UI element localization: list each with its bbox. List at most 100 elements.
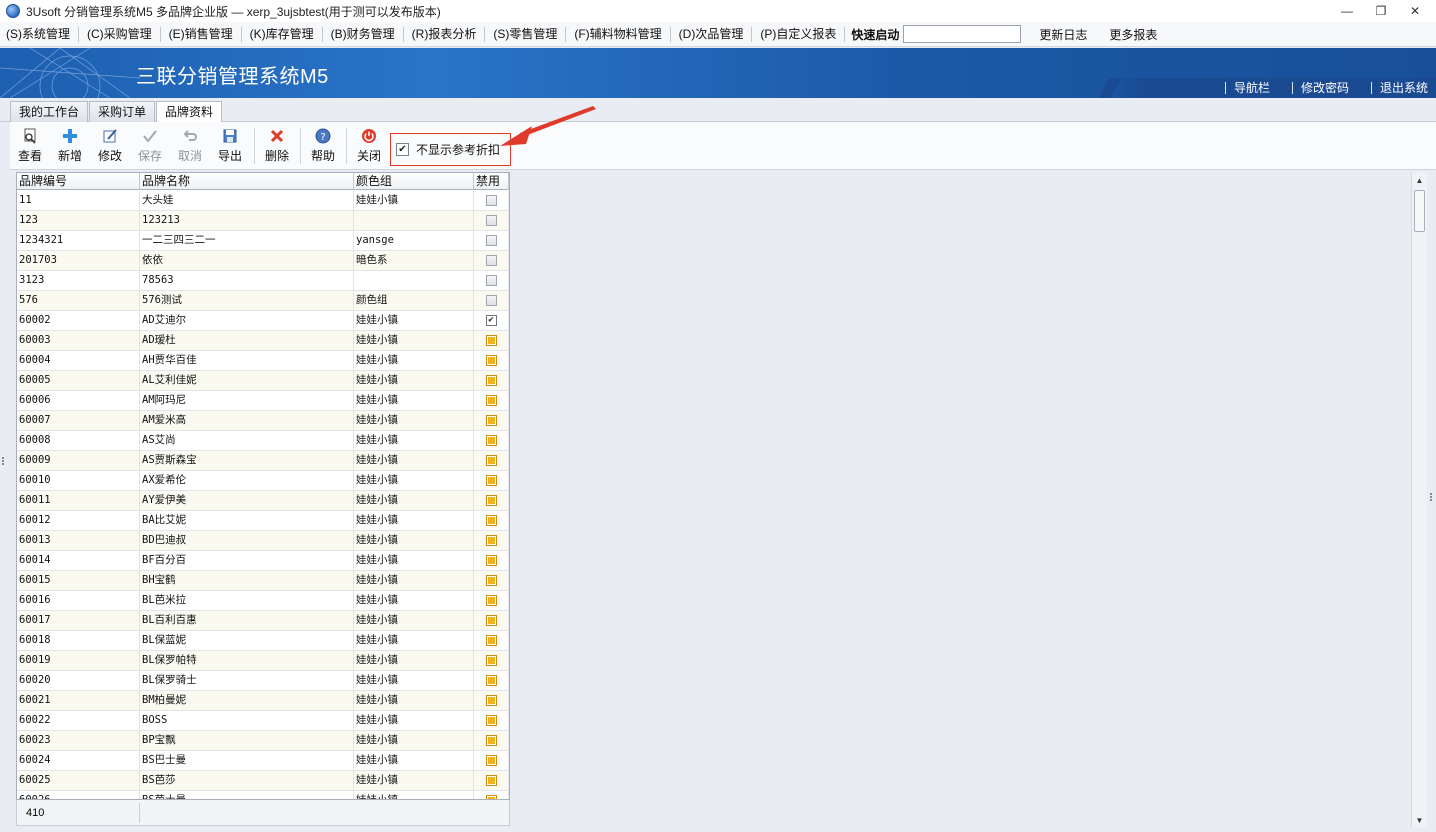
help-button[interactable]: ? 帮助 <box>307 128 339 166</box>
menu-purchase[interactable]: (C)采购管理 <box>81 22 158 47</box>
disabled-checkbox[interactable] <box>485 455 497 466</box>
column-header-color-group[interactable]: 颜色组 <box>354 173 474 189</box>
menu-retail[interactable]: (S)零售管理 <box>487 22 563 47</box>
right-splitter-grip[interactable] <box>1430 492 1434 506</box>
minimize-icon[interactable]: — <box>1330 0 1364 22</box>
table-row[interactable]: 3123 78563 <box>17 271 509 291</box>
table-row[interactable]: 60002 AD艾迪尔 娃娃小镇 ✔ <box>17 311 509 331</box>
table-row[interactable]: 60012 BA比艾妮 娃娃小镇 <box>17 511 509 531</box>
tab-workbench[interactable]: 我的工作台 <box>10 101 88 122</box>
table-row[interactable]: 60007 AM爱米高 娃娃小镇 <box>17 411 509 431</box>
menu-system[interactable]: (S)系统管理 <box>0 22 76 47</box>
menu-reports[interactable]: (R)报表分析 <box>406 22 483 47</box>
close-icon[interactable]: ✕ <box>1398 0 1432 22</box>
column-header-name[interactable]: 品牌名称 <box>140 173 354 189</box>
nav-bar-link[interactable]: 导航栏 <box>1224 82 1278 94</box>
change-password-link[interactable]: 修改密码 <box>1291 82 1357 94</box>
close-button[interactable]: 关闭 <box>353 128 385 166</box>
disabled-checkbox[interactable] <box>485 715 497 726</box>
table-row[interactable]: 60017 BL百利百惠 娃娃小镇 <box>17 611 509 631</box>
table-row[interactable]: 60015 BH宝鹤 娃娃小镇 <box>17 571 509 591</box>
menu-update-log[interactable]: 更新日志 <box>1035 26 1091 43</box>
table-row[interactable]: 60004 AH贾华百佳 娃娃小镇 <box>17 351 509 371</box>
column-header-disabled[interactable]: 禁用 <box>474 173 509 189</box>
table-row[interactable]: 60026BS芭士曼娃娃小镇 <box>17 791 509 799</box>
scroll-thumb[interactable] <box>1414 190 1425 232</box>
disabled-checkbox[interactable] <box>485 235 497 246</box>
tab-brand-info[interactable]: 品牌资料 <box>156 101 222 123</box>
disabled-checkbox[interactable] <box>485 255 497 266</box>
disabled-checkbox[interactable] <box>485 475 497 486</box>
table-row[interactable]: 60022 BOSS 娃娃小镇 <box>17 711 509 731</box>
disabled-checkbox[interactable] <box>485 515 497 526</box>
disabled-checkbox[interactable] <box>485 215 497 226</box>
menu-finance[interactable]: (B)财务管理 <box>325 22 401 47</box>
quick-launch-input[interactable] <box>903 25 1022 43</box>
left-splitter-grip[interactable] <box>2 456 6 470</box>
column-header-code[interactable]: 品牌编号 <box>17 173 140 189</box>
menu-inventory[interactable]: (K)库存管理 <box>244 22 320 47</box>
menu-defects[interactable]: (D)次品管理 <box>673 22 750 47</box>
table-row[interactable]: 60008 AS艾尚 娃娃小镇 <box>17 431 509 451</box>
table-row[interactable]: 60025 BS芭莎 娃娃小镇 <box>17 771 509 791</box>
restore-icon[interactable]: ❐ <box>1364 0 1398 22</box>
disabled-checkbox[interactable] <box>485 295 497 306</box>
table-row[interactable]: 60019 BL保罗帕特 娃娃小镇 <box>17 651 509 671</box>
disabled-checkbox[interactable] <box>485 555 497 566</box>
disabled-checkbox[interactable] <box>485 775 497 786</box>
menu-custom-reports[interactable]: (P)自定义报表 <box>754 22 842 47</box>
table-row[interactable]: 60013 BD巴迪叔 娃娃小镇 <box>17 531 509 551</box>
table-row[interactable]: 123 123213 <box>17 211 509 231</box>
scroll-up-icon[interactable]: ▲ <box>1412 172 1427 188</box>
table-row[interactable]: 60014 BF百分百 娃娃小镇 <box>17 551 509 571</box>
table-row[interactable]: 60011 AY爱伊美 娃娃小镇 <box>17 491 509 511</box>
disabled-checkbox[interactable] <box>485 695 497 706</box>
menu-materials[interactable]: (F)辅料物料管理 <box>568 22 667 47</box>
table-row[interactable]: 60018 BL保蓝妮 娃娃小镇 <box>17 631 509 651</box>
table-row[interactable]: 60010 AX爱希伦 娃娃小镇 <box>17 471 509 491</box>
table-row[interactable]: 60003 AD瑷杜 娃娃小镇 <box>17 331 509 351</box>
disabled-checkbox[interactable] <box>485 395 497 406</box>
tab-purchase-order[interactable]: 采购订单 <box>89 101 155 122</box>
disabled-checkbox[interactable] <box>485 355 497 366</box>
table-row[interactable]: 1234321 一二三四三二一 yansge <box>17 231 509 251</box>
cancel-button[interactable]: 取消 <box>174 128 206 166</box>
disabled-checkbox[interactable] <box>485 795 497 799</box>
disabled-checkbox[interactable] <box>485 635 497 646</box>
disabled-checkbox[interactable] <box>485 615 497 626</box>
add-button[interactable]: 新增 <box>54 128 86 166</box>
disabled-checkbox[interactable] <box>485 675 497 686</box>
menu-more-reports[interactable]: 更多报表 <box>1105 26 1161 43</box>
disabled-checkbox[interactable] <box>485 595 497 606</box>
disabled-checkbox[interactable] <box>485 195 497 206</box>
scroll-down-icon[interactable]: ▼ <box>1412 812 1427 828</box>
table-row[interactable]: 60024 BS巴士曼 娃娃小镇 <box>17 751 509 771</box>
table-row[interactable]: 60020 BL保罗骑士 娃娃小镇 <box>17 671 509 691</box>
logout-link[interactable]: 退出系统 <box>1370 82 1436 94</box>
disabled-checkbox[interactable] <box>485 275 497 286</box>
disabled-checkbox[interactable] <box>485 735 497 746</box>
table-row[interactable]: 60006 AM阿玛尼 娃娃小镇 <box>17 391 509 411</box>
delete-button[interactable]: 删除 <box>261 128 293 166</box>
menu-sales[interactable]: (E)销售管理 <box>163 22 239 47</box>
vertical-scrollbar[interactable]: ▲ ▼ <box>1411 172 1427 828</box>
hide-reference-discount-checkbox[interactable]: ✔ <box>396 143 409 156</box>
table-row[interactable]: 576 576测试 颜色组 <box>17 291 509 311</box>
disabled-checkbox[interactable] <box>485 755 497 766</box>
table-row[interactable]: 11 大头娃 娃娃小镇 <box>17 191 509 211</box>
disabled-checkbox[interactable] <box>485 375 497 386</box>
table-row[interactable]: 60016 BL芭米拉 娃娃小镇 <box>17 591 509 611</box>
export-button[interactable]: 导出 <box>214 128 246 166</box>
disabled-checkbox[interactable] <box>485 435 497 446</box>
edit-button[interactable]: 修改 <box>94 128 126 166</box>
save-button[interactable]: 保存 <box>134 128 166 166</box>
table-row[interactable]: 201703 依依 暗色系 <box>17 251 509 271</box>
table-row[interactable]: 60023 BP宝飘 娃娃小镇 <box>17 731 509 751</box>
disabled-checkbox[interactable] <box>485 575 497 586</box>
table-row[interactable]: 60005 AL艾利佳妮 娃娃小镇 <box>17 371 509 391</box>
disabled-checkbox[interactable] <box>485 535 497 546</box>
disabled-checkbox[interactable] <box>485 415 497 426</box>
disabled-checkbox[interactable]: ✔ <box>485 315 497 326</box>
table-row[interactable]: 60009 AS贾斯森宝 娃娃小镇 <box>17 451 509 471</box>
disabled-checkbox[interactable] <box>485 655 497 666</box>
